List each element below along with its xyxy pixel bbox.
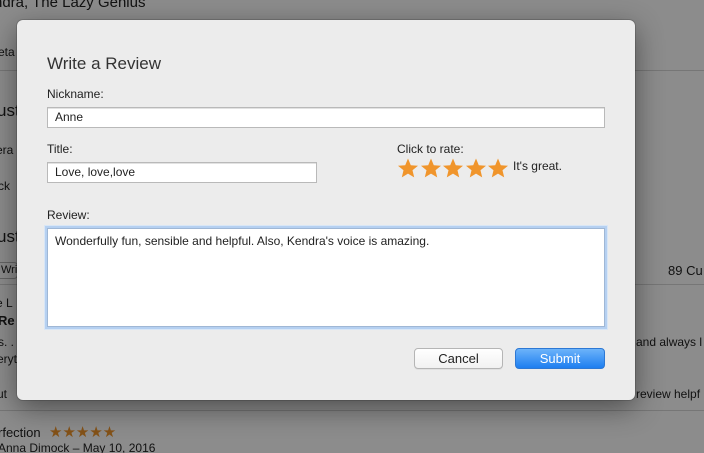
nickname-field[interactable]: Anne bbox=[47, 107, 605, 128]
star-icon[interactable] bbox=[442, 157, 464, 179]
rate-label: Click to rate: bbox=[397, 142, 464, 156]
cancel-button[interactable]: Cancel bbox=[414, 348, 503, 369]
rating-text: It's great. bbox=[513, 159, 562, 173]
review-label: Review: bbox=[47, 208, 90, 222]
write-review-dialog: Write a Review Nickname: Anne Title: Lov… bbox=[17, 20, 635, 400]
dialog-title: Write a Review bbox=[47, 54, 161, 73]
review-textarea[interactable]: Wonderfully fun, sensible and helpful. A… bbox=[47, 228, 605, 327]
title-label: Title: bbox=[47, 142, 73, 156]
star-icon[interactable] bbox=[487, 157, 509, 179]
nickname-label: Nickname: bbox=[47, 87, 104, 101]
title-field[interactable]: Love, love,love bbox=[47, 162, 317, 183]
star-icon[interactable] bbox=[397, 157, 419, 179]
star-rating[interactable] bbox=[397, 157, 510, 179]
submit-button[interactable]: Submit bbox=[515, 348, 605, 369]
star-icon[interactable] bbox=[420, 157, 442, 179]
star-icon[interactable] bbox=[465, 157, 487, 179]
